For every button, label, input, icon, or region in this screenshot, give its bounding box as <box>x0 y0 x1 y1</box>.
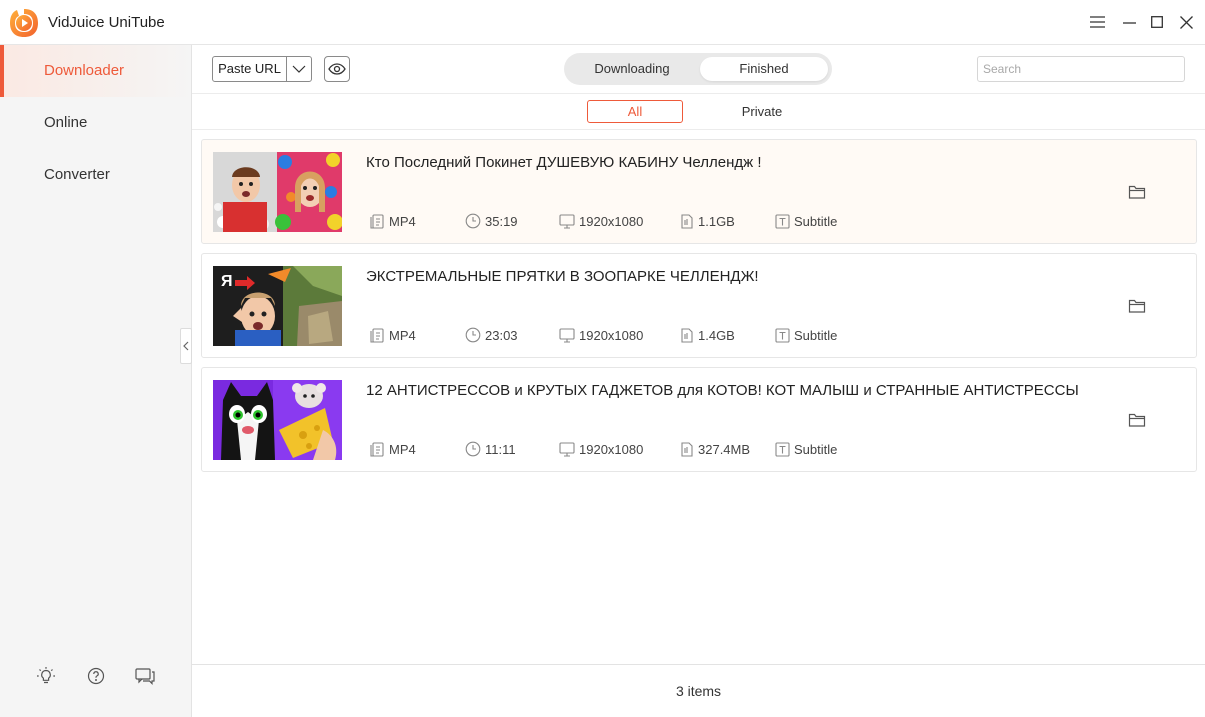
subtitle-icon <box>775 213 790 229</box>
file-size-icon <box>681 213 693 229</box>
video-subtitle-label: Subtitle <box>794 441 838 457</box>
maximize-button[interactable] <box>1147 12 1167 32</box>
video-format-label: MP4 <box>389 327 416 343</box>
sidebar-item-downloader[interactable]: Downloader <box>0 45 191 97</box>
chevron-down-icon <box>292 65 306 73</box>
clock-icon <box>465 327 481 343</box>
collapse-sidebar-button[interactable] <box>180 328 192 364</box>
chat-icon <box>135 668 155 685</box>
video-size-label: 327.4MB <box>698 441 751 457</box>
sidebar: Downloader Online Converter <box>0 45 192 717</box>
monitor-icon <box>559 213 575 229</box>
filter-bar: All Private <box>192 94 1205 130</box>
clock-icon <box>465 441 481 457</box>
video-item[interactable]: Я ЭКСТРЕМАЛЬНЫЕ ПРЯТКИ В ЗООПАРКЕ ЧЕЛЛЕН… <box>201 253 1197 358</box>
monitor-icon <box>559 441 575 457</box>
video-title: 12 АНТИСТРЕССОВ и КРУТЫХ ГАДЖЕТОВ для КО… <box>366 382 1078 399</box>
video-resolution-label: 1920x1080 <box>579 213 644 229</box>
feedback-button[interactable] <box>134 665 156 687</box>
video-thumbnail: Я <box>213 266 342 346</box>
sidebar-item-online[interactable]: Online <box>0 97 191 149</box>
close-icon <box>1179 15 1193 29</box>
subtitle-icon <box>775 441 790 457</box>
app-title: VidJuice UniTube <box>48 14 165 31</box>
folder-icon[interactable] <box>1128 183 1146 201</box>
tab-downloading[interactable]: Downloading <box>568 57 696 81</box>
video-resolution: 1920x1080 <box>559 326 643 344</box>
video-format-label: MP4 <box>389 213 416 229</box>
video-duration-label: 35:19 <box>485 213 518 229</box>
help-button[interactable] <box>85 665 107 687</box>
video-size: 327.4MB <box>680 440 750 458</box>
subtitle-icon <box>775 327 790 343</box>
file-size-icon <box>681 441 693 457</box>
video-thumbnail <box>213 152 342 232</box>
video-size: 1.4GB <box>680 326 735 344</box>
clock-icon <box>465 213 481 229</box>
video-format: MP4 <box>370 440 416 458</box>
monitor-icon <box>559 327 575 343</box>
lightbulb-icon <box>37 667 55 684</box>
video-title: ЭКСТРЕМАЛЬНЫЕ ПРЯТКИ В ЗООПАРКЕ ЧЕЛЛЕНДЖ… <box>366 268 759 285</box>
video-duration: 35:19 <box>465 212 518 230</box>
paste-url-button[interactable]: Paste URL <box>213 57 287 81</box>
file-format-icon <box>370 441 384 457</box>
file-format-icon <box>370 327 384 343</box>
folder-icon[interactable] <box>1128 411 1146 429</box>
filter-all[interactable]: All <box>587 100 683 123</box>
video-format-label: MP4 <box>389 441 416 457</box>
minimize-button[interactable] <box>1119 12 1139 32</box>
search-input[interactable] <box>977 56 1185 82</box>
title-bar: VidJuice UniTube <box>0 0 1205 45</box>
video-resolution-label: 1920x1080 <box>579 327 644 343</box>
app-logo-icon <box>10 9 38 37</box>
folder-icon[interactable] <box>1128 297 1146 315</box>
video-resolution-label: 1920x1080 <box>579 441 644 457</box>
svg-text:Я: Я <box>221 273 233 290</box>
file-format-icon <box>370 213 384 229</box>
maximize-icon <box>1151 16 1163 28</box>
private-mode-button[interactable] <box>324 56 350 82</box>
video-duration-label: 11:11 <box>485 441 516 457</box>
eye-icon <box>328 63 346 75</box>
video-resolution: 1920x1080 <box>559 440 643 458</box>
help-icon <box>87 667 105 685</box>
filter-private[interactable]: Private <box>722 100 802 123</box>
video-duration: 11:11 <box>465 440 516 458</box>
video-thumbnail <box>213 380 342 460</box>
video-subtitle-label: Subtitle <box>794 213 838 229</box>
theme-button[interactable] <box>35 665 57 687</box>
video-size-label: 1.1GB <box>698 213 735 229</box>
chevron-left-icon <box>183 341 189 351</box>
video-item[interactable]: Кто Последний Покинет ДУШЕВУЮ КАБИНУ Чел… <box>201 139 1197 244</box>
status-tabs: Downloading Finished <box>564 53 832 85</box>
menu-button[interactable] <box>1087 12 1107 32</box>
video-format: MP4 <box>370 326 416 344</box>
toolbar: Paste URL Downloading Finished <box>192 45 1205 94</box>
file-size-icon <box>681 327 693 343</box>
sidebar-item-converter[interactable]: Converter <box>0 149 191 201</box>
video-format: MP4 <box>370 212 416 230</box>
hamburger-icon <box>1089 16 1105 28</box>
video-size-label: 1.4GB <box>698 327 735 343</box>
video-title: Кто Последний Покинет ДУШЕВУЮ КАБИНУ Чел… <box>366 154 762 171</box>
video-subtitle: Subtitle <box>775 212 837 230</box>
paste-url-dropdown[interactable] <box>287 57 311 81</box>
video-duration-label: 23:03 <box>485 327 518 343</box>
paste-url-control: Paste URL <box>212 56 312 82</box>
video-subtitle: Subtitle <box>775 326 837 344</box>
video-resolution: 1920x1080 <box>559 212 643 230</box>
video-duration: 23:03 <box>465 326 518 344</box>
video-item[interactable]: 12 АНТИСТРЕССОВ и КРУТЫХ ГАДЖЕТОВ для КО… <box>201 367 1197 472</box>
video-size: 1.1GB <box>680 212 735 230</box>
close-button[interactable] <box>1176 12 1196 32</box>
tab-finished[interactable]: Finished <box>700 57 828 81</box>
minimize-icon <box>1122 21 1136 24</box>
item-count: 3 items <box>192 664 1205 717</box>
video-subtitle-label: Subtitle <box>794 327 838 343</box>
video-subtitle: Subtitle <box>775 440 837 458</box>
